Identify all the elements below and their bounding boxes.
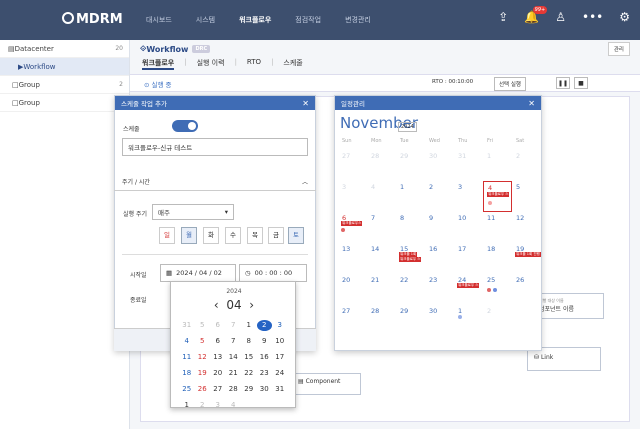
dialog-header: 스케줄 작업 추가 ✕ [115, 96, 315, 110]
tab-workflow[interactable]: 워크플로우 [142, 58, 175, 70]
component-node[interactable]: ▤ Component [293, 373, 361, 395]
folder-icon: □ [12, 80, 19, 89]
folder-icon: □ [12, 98, 19, 107]
run-status: ⊙ 실행 중 [144, 81, 172, 89]
sidebar-item-datacenter[interactable]: ▤ Datacenter 20 [0, 40, 129, 58]
nav-workflow[interactable]: 워크플로우 [227, 15, 283, 25]
sidebar-item-workflow[interactable]: ▶ Workflow [0, 58, 129, 76]
target-node[interactable]: 실행 대상 이름 컴포넌트 이름 [534, 293, 604, 319]
calendar-icon: ▦ [166, 269, 173, 277]
top-bar: MDRM 대시보드 시스템 워크플로우 점검작업 변경관리 ⇪ 🔔 99+ ♙ •… [0, 0, 640, 40]
day-thu[interactable]: 목 [247, 227, 263, 244]
tab-history[interactable]: 실행 이력 [197, 58, 225, 70]
logo-icon [62, 12, 74, 24]
folder-icon: ▤ [8, 44, 15, 53]
play-icon: ▶ [18, 62, 24, 71]
date-picker[interactable]: 2024 ‹ 04 › 31 5 6 7 1 2 3 4 5 6 7 8 9 10 11 12 13 14 15… [170, 281, 296, 409]
more-icon[interactable]: ••• [582, 10, 603, 24]
end-label: 종료일 [130, 297, 147, 304]
nav-change[interactable]: 변경관리 [333, 15, 383, 25]
nav-inspection[interactable]: 점검작업 [283, 15, 333, 25]
nav-system[interactable]: 시스템 [184, 15, 227, 25]
prev-month-icon[interactable]: ‹ [214, 298, 223, 312]
next-month-icon[interactable]: › [249, 298, 254, 312]
close-icon[interactable]: ✕ [302, 99, 309, 108]
start-date-field[interactable]: ▦ 2024 / 04 / 02 [160, 264, 236, 282]
user-icon[interactable]: ♙ [555, 10, 566, 24]
manage-dropdown[interactable]: 관리 [607, 42, 630, 56]
picker-year: 2024 [226, 288, 242, 295]
start-label: 시작일 [130, 272, 147, 279]
chevron-up-icon: ︿ [301, 179, 308, 186]
calendar-day-selected[interactable]: 4 워크플로우 스 [483, 181, 512, 212]
select-run-button[interactable]: 선택 실행 [494, 77, 526, 91]
calendar-grid: Sun Mon Tue Wed Thu Fri Sat 27 28 29 30 31 1 2 34123… [338, 138, 541, 336]
dialog-header: 일정관리 ✕ [335, 96, 541, 110]
schedule-label: 스케줄 [123, 126, 140, 133]
main-nav: 대시보드 시스템 워크플로우 점검작업 변경관리 [134, 15, 383, 25]
day-tue[interactable]: 화 [203, 227, 219, 244]
cycle-select[interactable]: 매주 ▾ [152, 204, 234, 220]
sidebar-item-group[interactable]: □ Group 2 [0, 76, 129, 94]
export-icon[interactable]: ⇪ [498, 10, 508, 24]
rto-display: RTO : 00:10:00 [432, 79, 474, 85]
close-icon[interactable]: ✕ [528, 99, 535, 108]
nav-dashboard[interactable]: 대시보드 [134, 15, 184, 25]
execution-bar: ⊙ 실행 중 RTO : 00:10:00 선택 실행 ❚❚ ■ [130, 74, 640, 92]
workflow-name-field[interactable]: 워크플로우-신규 테스트 [122, 138, 308, 156]
settings-icon[interactable]: ⚙ [619, 10, 630, 24]
clock-icon: ◷ [245, 269, 251, 277]
tab-rto[interactable]: RTO [247, 58, 261, 70]
sidebar-item-group[interactable]: □ Group1 [0, 94, 129, 112]
page-title: ⟐ Workflow DRC [140, 42, 211, 56]
day-sat[interactable]: 토 [288, 227, 304, 244]
stop-button[interactable]: ■ [574, 77, 588, 89]
pause-button[interactable]: ❚❚ [556, 77, 570, 89]
link-icon: ⛁ [534, 354, 541, 361]
sidebar: ▤ Datacenter 20 ▶ Workflow □ Group 2 □ Gro… [0, 40, 130, 429]
picker-month: ‹ 04 › [213, 298, 255, 312]
calendar-year[interactable]: 2024 [398, 122, 417, 132]
chevron-down-icon: ▾ [224, 208, 228, 216]
schedule-toggle[interactable] [172, 120, 198, 132]
picker-grid: 31 5 6 7 1 2 3 4 5 6 7 8 9 10 11 12 13 14 15 16 17 18 19 20 2… [182, 320, 285, 409]
start-time-field[interactable]: ◷ 00 : 00 : 00 [239, 264, 307, 282]
cycle-label: 실행 주기 [123, 211, 147, 218]
bell-icon[interactable]: 🔔 99+ [524, 6, 548, 24]
bell-badge: 99+ [532, 6, 548, 14]
day-wed[interactable]: 수 [225, 227, 241, 244]
day-mon[interactable]: 월 [181, 227, 197, 244]
logo[interactable]: MDRM [62, 12, 123, 27]
day-sun[interactable]: 일 [159, 227, 175, 244]
component-icon: ▤ [298, 378, 306, 385]
period-section[interactable]: 주기 / 시간 ︿ [114, 175, 316, 191]
tab-schedule[interactable]: 스케줄 [283, 58, 302, 70]
day-fri[interactable]: 금 [268, 227, 284, 244]
